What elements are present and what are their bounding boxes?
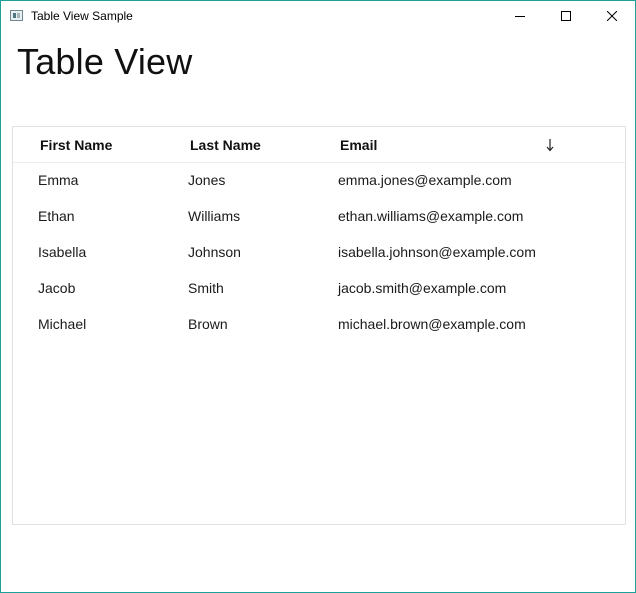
cell-last-name: Jones xyxy=(188,172,226,188)
maximize-button[interactable] xyxy=(543,1,589,31)
table-row[interactable]: Ethan Williams ethan.williams@example.co… xyxy=(13,198,625,234)
minimize-button[interactable] xyxy=(497,1,543,31)
column-header-first-name[interactable]: First Name xyxy=(40,137,112,153)
table-row[interactable]: Jacob Smith jacob.smith@example.com xyxy=(13,270,625,306)
minimize-icon xyxy=(515,16,525,17)
column-header-email[interactable]: Email xyxy=(340,137,377,153)
close-icon xyxy=(607,11,617,21)
app-icon xyxy=(10,10,23,21)
table-row[interactable]: Emma Jones emma.jones@example.com xyxy=(13,162,625,198)
cell-first-name: Ethan xyxy=(38,208,75,224)
cell-email: emma.jones@example.com xyxy=(338,172,512,188)
table-row[interactable]: Michael Brown michael.brown@example.com xyxy=(13,306,625,342)
table-row[interactable]: Isabella Johnson isabella.johnson@exampl… xyxy=(13,234,625,270)
cell-first-name: Isabella xyxy=(38,244,87,260)
title-bar[interactable]: Table View Sample xyxy=(1,1,635,31)
table-header: First Name Last Name Email xyxy=(13,127,625,163)
column-header-last-name[interactable]: Last Name xyxy=(190,137,261,153)
cell-last-name: Smith xyxy=(188,280,224,296)
close-button[interactable] xyxy=(589,1,635,31)
app-window: Table View Sample Table View First Name … xyxy=(0,0,636,593)
table-view[interactable]: First Name Last Name Email Emma Jones em… xyxy=(12,126,626,525)
cell-last-name: Williams xyxy=(188,208,241,224)
sort-descending-icon[interactable] xyxy=(545,138,555,152)
table-body: Emma Jones emma.jones@example.com Ethan … xyxy=(13,162,625,342)
cell-first-name: Jacob xyxy=(38,280,76,296)
cell-last-name: Johnson xyxy=(188,244,241,260)
cell-email: jacob.smith@example.com xyxy=(338,280,507,296)
maximize-icon xyxy=(561,11,571,21)
cell-email: isabella.johnson@example.com xyxy=(338,244,536,260)
cell-email: ethan.williams@example.com xyxy=(338,208,524,224)
cell-email: michael.brown@example.com xyxy=(338,316,526,332)
cell-first-name: Emma xyxy=(38,172,79,188)
cell-last-name: Brown xyxy=(188,316,228,332)
cell-first-name: Michael xyxy=(38,316,87,332)
window-title: Table View Sample xyxy=(31,9,133,23)
page-title: Table View xyxy=(17,41,193,82)
